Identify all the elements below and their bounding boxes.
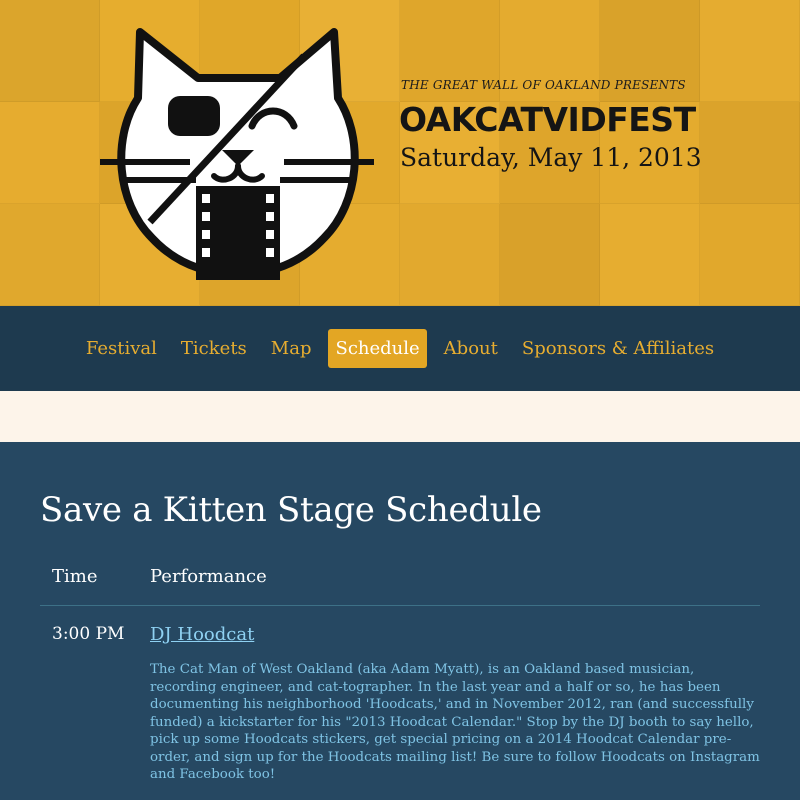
main-nav: Festival Tickets Map Schedule About Spon…	[0, 306, 800, 391]
performer-description: The Cat Man of West Oakland (aka Adam My…	[150, 662, 760, 782]
presents-tagline: THE GREAT WALL OF OAKLAND PRESENTS	[401, 78, 686, 92]
page-title: Save a Kitten Stage Schedule	[40, 490, 542, 530]
spacer-band	[0, 391, 800, 442]
nav-item-tickets[interactable]: Tickets	[174, 329, 254, 368]
nav-item-about[interactable]: About	[437, 329, 505, 368]
nav-item-schedule[interactable]: Schedule	[328, 329, 427, 368]
row-time: 3:00 PM	[52, 624, 125, 644]
column-header-time: Time	[52, 566, 98, 587]
nav-item-map[interactable]: Map	[264, 329, 319, 368]
performer-link[interactable]: DJ Hoodcat	[150, 624, 254, 645]
nav-item-sponsors-affiliates[interactable]: Sponsors & Affiliates	[515, 329, 721, 368]
festival-date: Saturday, May 11, 2013	[400, 143, 702, 172]
table-row: 3:00 PM DJ Hoodcat The Cat Man of West O…	[40, 606, 760, 784]
site-header: THE GREAT WALL OF OAKLAND PRESENTS OAKCA…	[0, 0, 800, 306]
pirate-cat-film-logo-icon[interactable]	[98, 26, 378, 288]
row-performance: DJ Hoodcat The Cat Man of West Oakland (…	[150, 624, 760, 784]
schedule-section: Save a Kitten Stage Schedule Time Perfor…	[0, 442, 800, 784]
nav-item-festival[interactable]: Festival	[79, 329, 164, 368]
schedule-table-header: Time Performance	[40, 566, 760, 606]
festival-wordmark[interactable]: OAKCATVIDFEST	[399, 100, 696, 139]
column-header-performance: Performance	[150, 566, 267, 587]
